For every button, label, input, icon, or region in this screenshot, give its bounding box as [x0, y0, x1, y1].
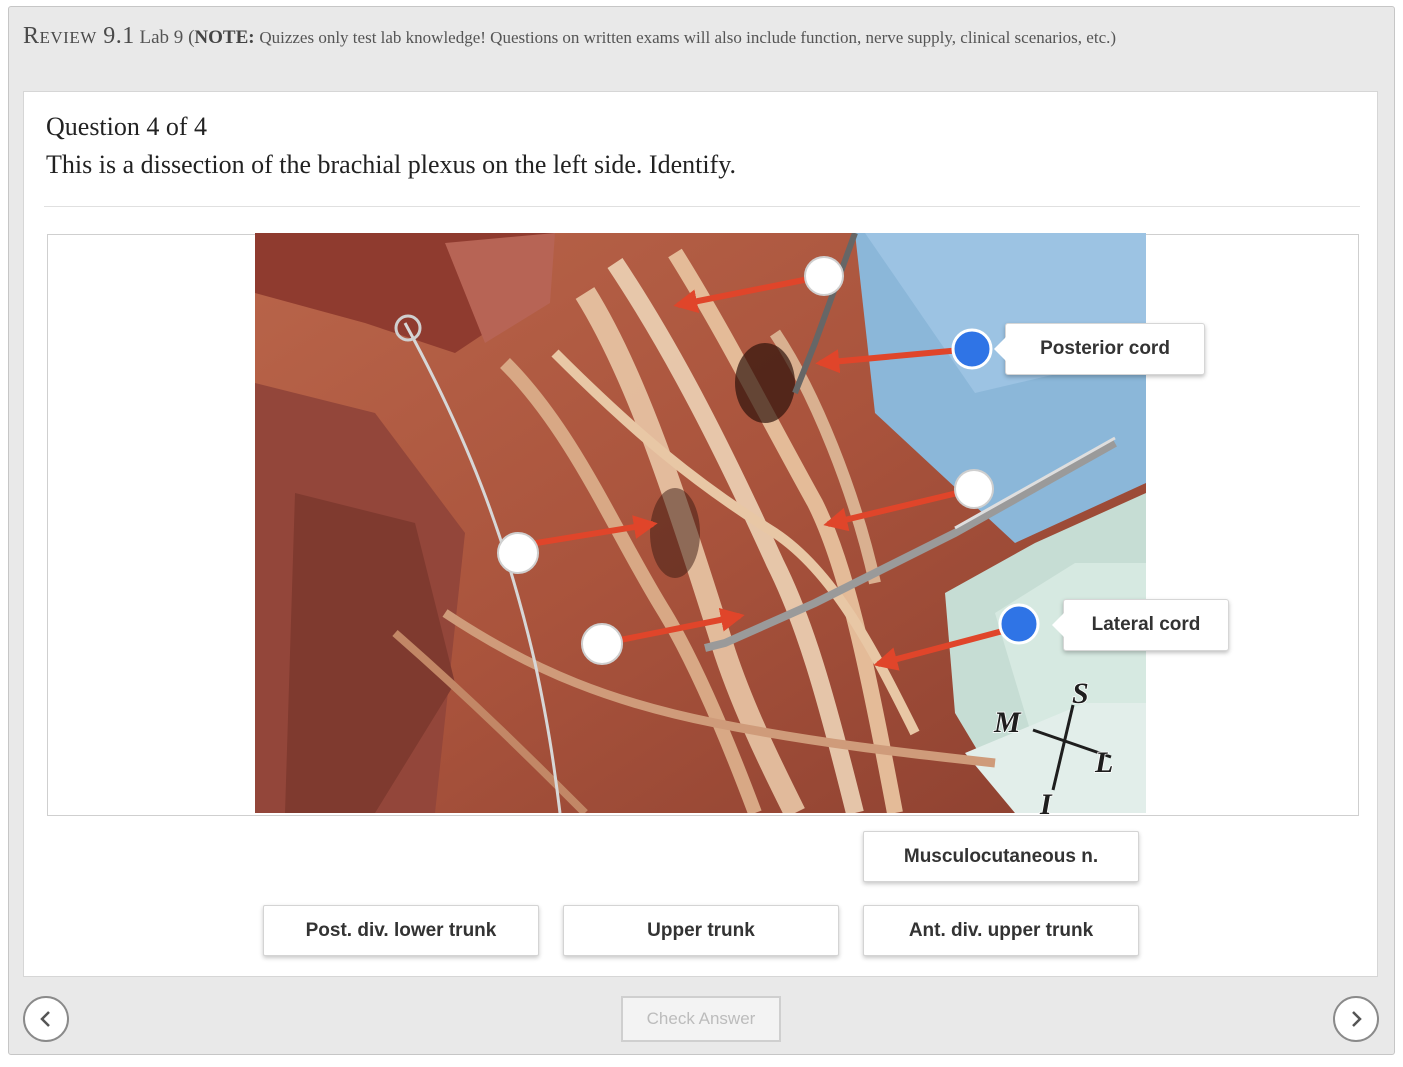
next-button[interactable]	[1333, 996, 1379, 1042]
drop-target-lateral-cord[interactable]	[998, 603, 1040, 645]
compass-medial: M	[993, 706, 1022, 739]
placed-label-lateral-cord[interactable]: Lateral cord	[1052, 599, 1229, 651]
arrow-2	[815, 346, 973, 374]
question-number: Question 4 of 4	[46, 112, 208, 141]
arrow-6	[873, 624, 1019, 671]
lab-label: Lab 9	[139, 27, 184, 48]
chevron-right-icon	[1352, 1011, 1362, 1027]
image-frame: S I M L Posterior cord Lateral cord	[47, 233, 1359, 822]
note-text: Quizzes only test lab knowledge! Questio…	[259, 28, 1117, 47]
label-pointer	[1052, 613, 1064, 637]
drop-target-3[interactable]	[954, 469, 994, 509]
drop-target-4[interactable]	[497, 532, 539, 574]
compass-inferior: I	[1039, 788, 1053, 821]
compass-lateral: L	[1094, 746, 1113, 779]
compass-superior: S	[1072, 677, 1089, 710]
placed-label-posterior-cord[interactable]: Posterior cord	[994, 323, 1205, 375]
drop-target-5[interactable]	[581, 623, 623, 665]
drop-target-posterior-cord[interactable]	[951, 328, 993, 370]
label-pointer	[994, 337, 1006, 361]
arrow-4	[517, 515, 658, 549]
option-upper-trunk[interactable]: Upper trunk	[563, 905, 839, 956]
placed-label-text: Lateral cord	[1091, 614, 1201, 635]
option-post-div-lower-trunk[interactable]: Post. div. lower trunk	[263, 905, 539, 956]
option-musculocutaneous[interactable]: Musculocutaneous n.	[863, 831, 1139, 882]
note-label: NOTE:	[194, 27, 255, 48]
prev-button[interactable]	[23, 996, 69, 1042]
quiz-header: Review 9.1 Lab 9 (NOTE: Quizzes only tes…	[23, 24, 1363, 50]
divider	[44, 206, 1360, 207]
chevron-left-icon	[40, 1011, 50, 1027]
arrow-3	[823, 486, 975, 532]
check-answer-button[interactable]: Check Answer	[621, 996, 781, 1042]
review-title: Review 9.1	[23, 23, 135, 49]
option-ant-div-upper-trunk[interactable]: Ant. div. upper trunk	[863, 905, 1139, 956]
question-text: This is a dissection of the brachial ple…	[46, 150, 737, 179]
arrow-5	[604, 607, 745, 646]
drop-target-1[interactable]	[804, 256, 844, 296]
placed-label-text: Posterior cord	[1040, 338, 1170, 359]
question-card: Question 4 of 4 This is a dissection of …	[23, 91, 1378, 977]
arrow-1	[673, 273, 825, 314]
